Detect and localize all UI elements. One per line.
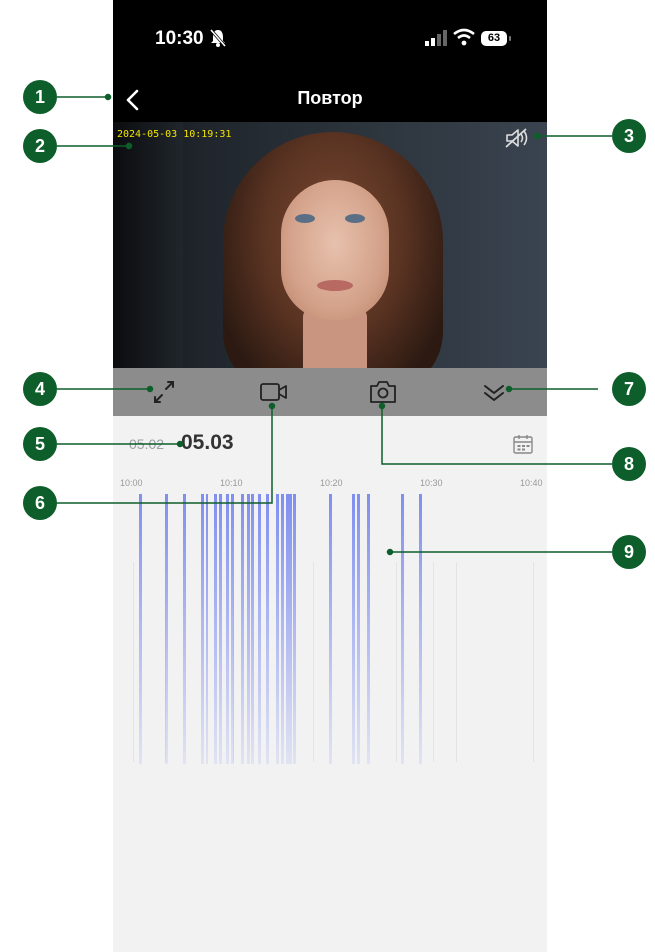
timeline-grid-line	[456, 562, 457, 762]
recording-segment[interactable]	[289, 494, 292, 764]
time-tick-label: 10:20	[320, 478, 343, 488]
recording-segment[interactable]	[251, 494, 254, 764]
page-title: Повтор	[297, 88, 363, 108]
recording-segment[interactable]	[165, 494, 168, 764]
callout-badge: 9	[612, 535, 646, 569]
calendar-icon[interactable]	[511, 432, 535, 456]
time-tick-label: 10:00	[120, 478, 143, 488]
video-frame-eye	[345, 214, 365, 223]
recording-segment[interactable]	[357, 494, 360, 764]
timeline-grid-line	[533, 562, 534, 762]
recording-segment[interactable]	[276, 494, 279, 764]
playback-controls	[113, 368, 547, 416]
phone-screen: 10:30 63 Повтор 2024-05-03 10:19:31 05.0…	[113, 0, 547, 952]
video-frame-eye	[295, 214, 315, 223]
time-tick-label: 10:40	[520, 478, 543, 488]
time-tick-label: 10:30	[420, 478, 443, 488]
recording-segment[interactable]	[247, 494, 250, 764]
callout-badge: 3	[612, 119, 646, 153]
expand-arrows-icon[interactable]	[149, 378, 179, 406]
previous-date[interactable]: 05.02	[129, 436, 164, 452]
callout-badge: 6	[23, 486, 57, 520]
callout-badge: 4	[23, 372, 57, 406]
recording-segment[interactable]	[201, 494, 204, 764]
battery-icon	[509, 36, 511, 41]
recording-segment[interactable]	[258, 494, 261, 764]
recording-segment[interactable]	[329, 494, 332, 764]
recording-segment[interactable]	[219, 494, 222, 764]
recording-segment[interactable]	[241, 494, 244, 764]
date-selector: 05.02 05.03	[113, 416, 547, 472]
time-tick-label: 10:10	[220, 478, 243, 488]
video-player[interactable]: 2024-05-03 10:19:31	[113, 122, 547, 368]
recording-segment[interactable]	[401, 494, 404, 764]
video-background	[113, 122, 183, 368]
recording-segment[interactable]	[226, 494, 229, 764]
callout-badge: 1	[23, 80, 57, 114]
nav-bar: Повтор	[113, 78, 547, 122]
callout-badge: 5	[23, 427, 57, 461]
recording-segment[interactable]	[419, 494, 422, 764]
video-timestamp: 2024-05-03 10:19:31	[117, 129, 232, 140]
callout-badge: 8	[612, 447, 646, 481]
video-frame-lips	[317, 280, 353, 291]
callout-badge: 2	[23, 129, 57, 163]
video-frame-face	[281, 180, 389, 320]
timeline-grid-line	[396, 562, 397, 762]
current-date[interactable]: 05.03	[181, 431, 234, 455]
recording-bars	[133, 494, 534, 764]
status-time: 10:30	[155, 28, 204, 49]
timeline-grid-line	[433, 562, 434, 762]
recording-segment[interactable]	[214, 494, 217, 764]
timeline-grid-line	[133, 562, 134, 762]
timeline-grid-line	[313, 562, 314, 762]
double-chevron-down-icon[interactable]	[479, 378, 509, 406]
wifi-icon	[453, 28, 475, 46]
status-bar: 10:30 63	[113, 0, 547, 78]
recording-segment[interactable]	[367, 494, 370, 764]
recording-segment[interactable]	[286, 494, 289, 764]
camera-icon[interactable]	[368, 378, 398, 406]
recording-segment[interactable]	[183, 494, 186, 764]
recording-timeline[interactable]: 10:00 10:10 10:20 10:30 10:40	[113, 472, 547, 952]
recording-segment[interactable]	[352, 494, 355, 764]
video-camera-icon[interactable]	[259, 378, 289, 406]
bell-muted-icon	[209, 29, 227, 47]
battery-level: 63	[481, 31, 507, 46]
recording-segment[interactable]	[266, 494, 269, 764]
speaker-muted-icon[interactable]	[503, 126, 531, 150]
recording-segment[interactable]	[139, 494, 142, 764]
recording-segment[interactable]	[281, 494, 284, 764]
recording-segment[interactable]	[293, 494, 296, 764]
signal-icon	[425, 30, 447, 46]
recording-segment[interactable]	[206, 494, 208, 764]
callout-badge: 7	[612, 372, 646, 406]
recording-segment[interactable]	[231, 494, 234, 764]
